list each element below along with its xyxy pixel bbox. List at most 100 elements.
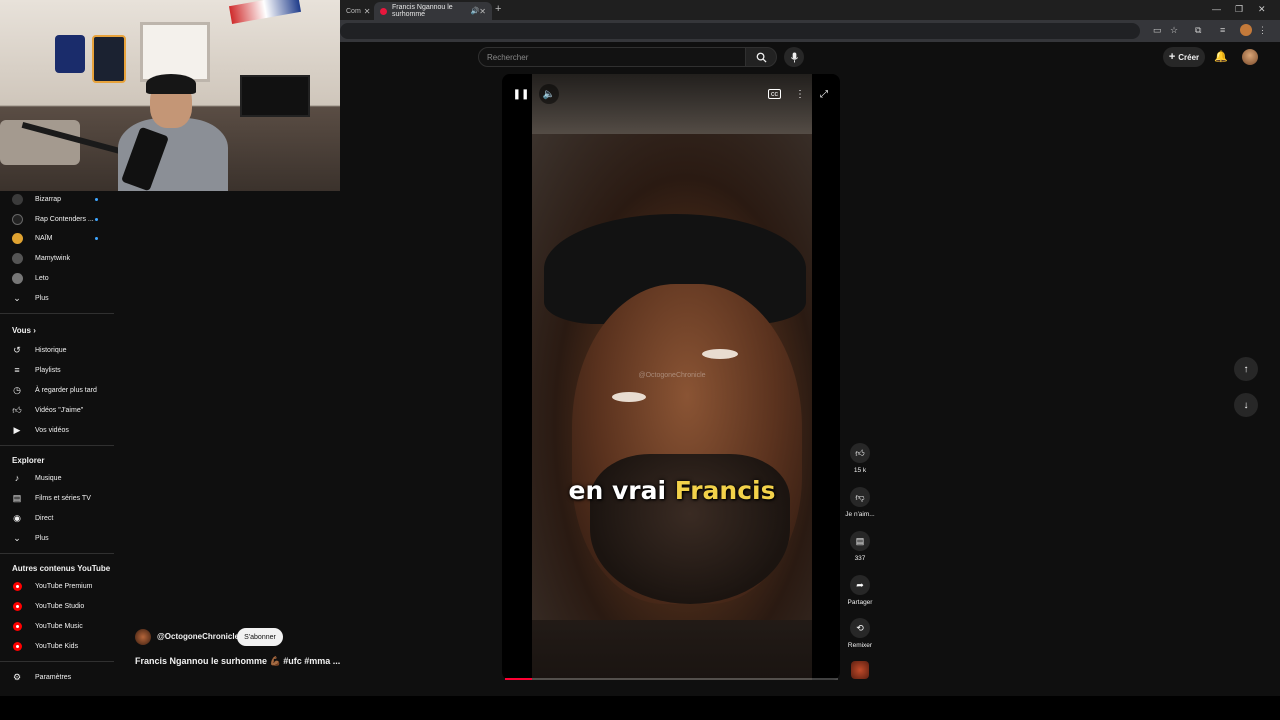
caption-highlight: Francis: [674, 476, 776, 505]
menu-icon[interactable]: ⋮: [1258, 25, 1267, 36]
sidebar-item-your-videos[interactable]: ▶ Vos vidéos: [0, 421, 116, 439]
sidebar-item-films[interactable]: ▤ Films et séries TV: [0, 489, 116, 507]
maximize-icon[interactable]: ❐: [1235, 4, 1243, 15]
new-content-dot: [95, 236, 98, 240]
search-button[interactable]: [745, 47, 777, 67]
taskbar-strip: [0, 696, 1280, 720]
plus-icon[interactable]: +: [495, 3, 501, 15]
browser-tab-active[interactable]: Francis Ngannou le surhomme 🔊 ✕: [374, 2, 492, 20]
sidebar-item-label: Musique: [35, 474, 62, 482]
sidebar-item-rap-contenders[interactable]: Rap Contenders ...: [0, 210, 116, 228]
bell-icon[interactable]: 🔔: [1214, 50, 1228, 63]
bookmark-star-icon[interactable]: ☆: [1170, 25, 1178, 36]
avatar[interactable]: [1242, 49, 1258, 65]
share-icon: ➦: [850, 575, 870, 595]
speaker-icon[interactable]: 🔊: [471, 7, 480, 15]
create-button[interactable]: + Créer: [1163, 47, 1205, 67]
sidebar-item-youtube-kids[interactable]: YouTube Kids: [0, 637, 116, 655]
sidebar-item-label: YouTube Premium: [35, 582, 93, 590]
channel-handle[interactable]: @OctogoneChronicle: [157, 632, 239, 641]
share-button[interactable]: ➦ Partager: [843, 575, 877, 606]
sidebar-item-label: Leto: [35, 274, 49, 282]
address-bar[interactable]: [340, 23, 1140, 39]
video-progress-bar[interactable]: [505, 678, 838, 680]
sidebar-item-youtube-premium[interactable]: YouTube Premium: [0, 577, 116, 595]
close-icon[interactable]: ✕: [364, 7, 371, 16]
video-caption: en vrai Francis: [532, 476, 812, 505]
history-icon: ↺: [13, 344, 21, 355]
next-short-button[interactable]: ↓: [1234, 393, 1258, 417]
sidebar-item-playlists[interactable]: ≡ Playlists: [0, 361, 116, 379]
like-button[interactable]: 👍︎ 15 k: [843, 443, 877, 474]
sidebar-item-watch-later[interactable]: ◷ À regarder plus tard: [0, 381, 116, 399]
sidebar-item-bizarrap[interactable]: Bizarrap: [0, 190, 116, 208]
close-icon[interactable]: ✕: [479, 7, 486, 16]
cast-icon[interactable]: ▭: [1153, 25, 1162, 36]
sound-thumbnail[interactable]: [851, 661, 869, 679]
search-input[interactable]: Rechercher: [478, 47, 746, 67]
sidebar-item-liked-videos[interactable]: 👍︎ Vidéos "J'aime": [0, 401, 116, 419]
sidebar-item-more-subscriptions[interactable]: ⌄ Plus: [0, 289, 116, 307]
sidebar-item-leto[interactable]: Leto: [0, 269, 116, 287]
mic-icon: [790, 51, 798, 63]
new-content-dot: [95, 197, 98, 201]
subscribe-button[interactable]: S'abonner: [237, 628, 283, 646]
sidebar-item-label: Vidéos "J'aime": [35, 406, 84, 414]
shorts-player[interactable]: @OctogoneChronicle en vrai Francis ❚❚ 🔈 …: [502, 74, 840, 680]
profile-avatar[interactable]: [1240, 24, 1252, 36]
comments-count: 337: [854, 555, 866, 562]
channel-avatar[interactable]: [135, 629, 151, 645]
channel-avatar: [11, 252, 23, 264]
youtube-favicon-icon: [380, 7, 387, 15]
tab-label: Francis Ngannou le surhomme: [392, 4, 453, 18]
sidebar-item-youtube-studio[interactable]: YouTube Studio: [0, 597, 116, 615]
media-icon[interactable]: ≡: [1220, 25, 1225, 35]
captions-icon[interactable]: cc: [768, 89, 781, 99]
thumbs-up-icon: 👍︎: [850, 443, 870, 463]
sidebar-item-settings[interactable]: ⚙ Paramètres: [0, 668, 116, 686]
sidebar-item-label: Plus: [35, 294, 49, 302]
divider: [0, 313, 114, 314]
mic-button[interactable]: [784, 47, 804, 67]
sidebar-item-label: Films et séries TV: [35, 494, 91, 502]
video-title[interactable]: Francis Ngannou le surhomme 💪🏾 #ufc #mma…: [135, 656, 340, 667]
sidebar-item-mamytwink[interactable]: Mamytwink: [0, 249, 116, 267]
previous-short-button[interactable]: ↑: [1234, 357, 1258, 381]
sidebar-item-history[interactable]: ↺ Historique: [0, 341, 116, 359]
section-title-vous[interactable]: Vous ›: [12, 326, 36, 335]
clock-icon: ◷: [13, 384, 21, 395]
comments-button[interactable]: ▤ 337: [843, 531, 877, 562]
sidebar-item-live[interactable]: ◉ Direct: [0, 509, 116, 527]
sidebar-item-music[interactable]: ♪ Musique: [0, 469, 116, 487]
youtube-music-icon: [12, 621, 22, 631]
search-icon: [756, 52, 767, 63]
remix-button[interactable]: ⟲ Remixer: [843, 618, 877, 649]
volume-icon[interactable]: 🔈: [539, 84, 559, 104]
channel-avatar: [11, 193, 23, 205]
dislike-button[interactable]: 👎︎ Je n'aim...: [843, 487, 877, 518]
tab-label: Com: [346, 7, 361, 15]
sidebar-item-label: Playlists: [35, 366, 61, 374]
browser-tab-inactive[interactable]: Com ✕: [340, 2, 372, 20]
sidebar-item-more-explore[interactable]: ⌄ Plus: [0, 529, 116, 547]
plus-icon: +: [1168, 51, 1176, 63]
live-icon: ◉: [13, 512, 21, 523]
gear-icon: ⚙: [12, 671, 22, 682]
sidebar-item-label: YouTube Studio: [35, 602, 85, 610]
dislike-label: Je n'aim...: [845, 511, 875, 518]
divider: [0, 661, 114, 662]
pause-icon[interactable]: ❚❚: [513, 86, 530, 102]
sidebar-item-youtube-music[interactable]: YouTube Music: [0, 617, 116, 635]
more-icon[interactable]: ⋮: [792, 86, 808, 102]
minimize-icon[interactable]: —: [1212, 4, 1221, 14]
sidebar-item-label: Rap Contenders ...: [35, 215, 94, 223]
close-icon[interactable]: ✕: [1258, 4, 1266, 15]
comment-icon: ▤: [850, 531, 870, 551]
thumbs-up-icon: 👍︎: [12, 404, 22, 415]
sidebar: Bizarrap Rap Contenders ... NAÏM Mamytwi…: [0, 191, 116, 720]
fullscreen-icon[interactable]: ⤢: [816, 86, 832, 102]
sidebar-item-label: Mamytwink: [35, 254, 71, 262]
sidebar-item-naim[interactable]: NAÏM: [0, 229, 116, 247]
extensions-icon[interactable]: ⧉: [1195, 25, 1201, 36]
sidebar-item-label: Paramètres: [35, 673, 72, 681]
